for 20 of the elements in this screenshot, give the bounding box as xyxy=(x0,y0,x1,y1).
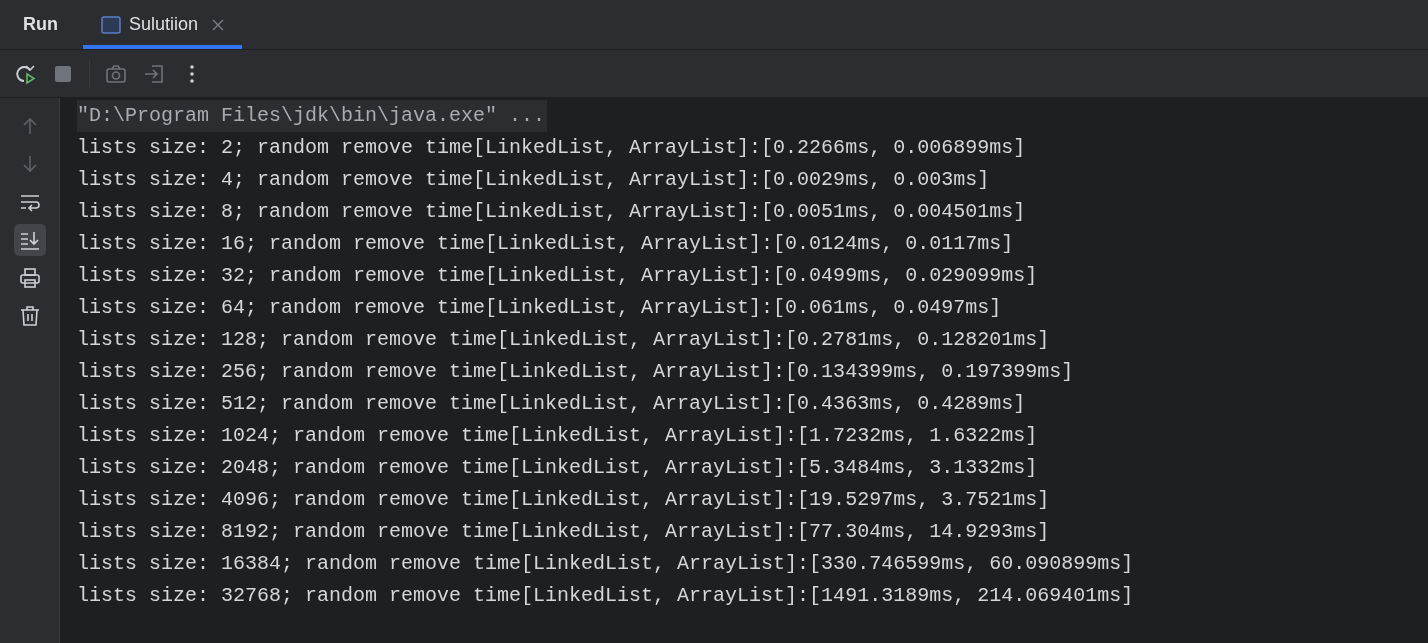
output-line: lists size: 32768; random remove time[LinkedList, ArrayList]:[1491.3189ms, 214.069401ms] xyxy=(77,583,1134,609)
scroll-to-end-icon[interactable] xyxy=(13,224,46,256)
output-line: lists size: 4; random remove time[LinkedList, ArrayList]:[0.0029ms, 0.003ms] xyxy=(77,167,990,193)
output-line: lists size: 8; random remove time[LinkedList, ArrayList]:[0.0051ms, 0.004501ms] xyxy=(77,199,1026,225)
output-line: lists size: 1024; random remove time[LinkedList, ArrayList]:[1.7232ms, 1.6322ms] xyxy=(77,423,1038,449)
tab-label: Sulutiion xyxy=(129,13,199,36)
output-line: lists size: 16384; random remove time[LinkedList, ArrayList]:[330.746599ms, 60.090899ms] xyxy=(77,551,1134,577)
output-line: lists size: 2; random remove time[LinkedList, ArrayList]:[0.2266ms, 0.006899ms] xyxy=(77,135,1026,161)
output-line: lists size: 32; random remove time[LinkedList, ArrayList]:[0.0499ms, 0.029099ms] xyxy=(77,263,1038,289)
window-icon xyxy=(101,15,121,34)
output-line: lists size: 2048; random remove time[LinkedList, ArrayList]:[5.3484ms, 3.1332ms] xyxy=(77,455,1038,481)
output-line: lists size: 64; random remove time[LinkedList, ArrayList]:[0.061ms, 0.0497ms] xyxy=(77,295,1002,321)
output-line: lists size: 128; random remove time[LinkedList, ArrayList]:[0.2781ms, 0.128201ms] xyxy=(77,327,1050,353)
output-line: lists size: 512; random remove time[LinkedList, ArrayList]:[0.4363ms, 0.4289ms] xyxy=(77,391,1026,417)
output-line: lists size: 4096; random remove time[LinkedList, ArrayList]:[19.5297ms, 3.7521ms] xyxy=(77,487,1050,513)
close-icon[interactable] xyxy=(212,18,225,31)
panel-title: Run xyxy=(22,13,59,36)
output-line: lists size: 256; random remove time[LinkedList, ArrayList]:[0.134399ms, 0.197399ms] xyxy=(77,359,1074,385)
output-line: lists size: 8192; random remove time[LinkedList, ArrayList]:[77.304ms, 14.9293ms] xyxy=(77,519,1050,545)
output-line: lists size: 16; random remove time[LinkedList, ArrayList]:[0.0124ms, 0.0117ms] xyxy=(77,231,1014,257)
